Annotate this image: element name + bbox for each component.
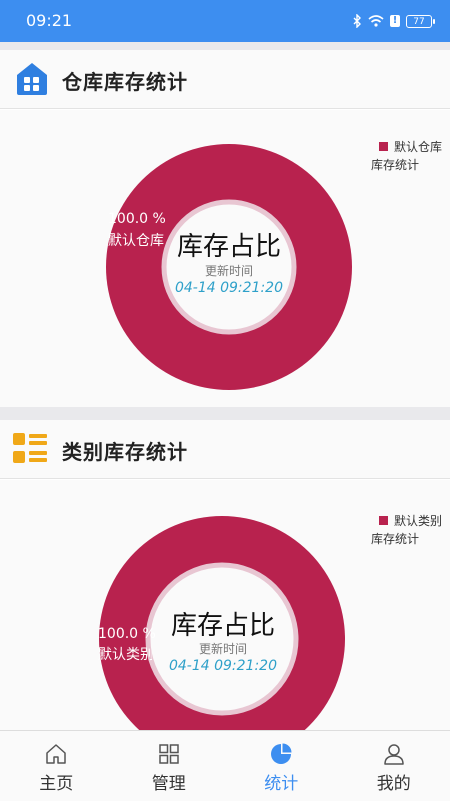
warehouse-icon [14, 60, 50, 96]
category-chart-area: 默认类别 库存统计 库存占比 更新时间 04-14 09:21:20 100.0… [0, 480, 450, 730]
center-title: 库存占比 [149, 226, 309, 263]
slice-name-label: 默认类别 [98, 647, 152, 663]
center-title: 库存占比 [143, 605, 303, 642]
legend-sub: 库存统计 [371, 530, 442, 548]
legend-swatch [379, 142, 388, 151]
category-card-title: 类别库存统计 [62, 436, 188, 465]
warehouse-card-header: 仓库库存统计 [0, 50, 450, 109]
legend-label: 默认类别 [394, 514, 442, 528]
category-legend: 默认类别 库存统计 [379, 512, 442, 548]
warehouse-chart-area: 默认仓库 库存统计 库存占比 更新时间 04-14 09:21:20 100.0… [0, 110, 450, 407]
warehouse-legend: 默认仓库 库存统计 [379, 138, 442, 174]
slice-percent-label: 100.0 % [108, 211, 166, 227]
bluetooth-icon [352, 14, 362, 28]
nav-item-mine[interactable]: 我的 [338, 731, 450, 801]
nav-item-manage[interactable]: 管理 [113, 731, 226, 801]
legend-item: 默认仓库 [379, 138, 442, 156]
legend-sub: 库存统计 [371, 156, 442, 174]
nav-label: 主页 [39, 769, 73, 794]
legend-label: 默认仓库 [394, 140, 442, 154]
grid-icon [158, 743, 180, 765]
warehouse-card-title: 仓库库存统计 [62, 66, 188, 95]
pie-chart-icon [270, 743, 292, 765]
nav-label: 管理 [152, 769, 186, 794]
slice-percent-label: 100.0 % [98, 626, 156, 642]
category-stock-card: 类别库存统计 默认类别 库存统计 库存占比 更新时间 04-14 09:21:2… [0, 420, 450, 730]
battery-icon: 77 [406, 15, 432, 28]
alert-icon: ! [390, 15, 400, 27]
bottom-nav: 主页 管理 统计 我的 [0, 730, 450, 801]
status-bar: 09:21 ! 77 [0, 0, 450, 42]
home-icon [45, 743, 67, 765]
status-icons: ! 77 [352, 14, 432, 28]
nav-item-statistics[interactable]: 统计 [225, 731, 338, 801]
legend-swatch [379, 516, 388, 525]
legend-item: 默认类别 [379, 512, 442, 530]
warehouse-stock-card: 仓库库存统计 默认仓库 库存统计 库存占比 更新时间 04-14 09:21:2… [0, 50, 450, 407]
category-card-header: 类别库存统计 [0, 420, 450, 479]
battery-level: 77 [413, 17, 424, 27]
wifi-icon [368, 15, 384, 27]
nav-label: 统计 [264, 769, 298, 794]
user-icon [383, 743, 405, 765]
updated-time: 04-14 09:21:20 [143, 658, 303, 674]
updated-time: 04-14 09:21:20 [149, 280, 309, 296]
status-time: 09:21 [26, 11, 72, 30]
slice-name-label: 默认仓库 [108, 233, 164, 249]
nav-item-home[interactable]: 主页 [0, 731, 113, 801]
nav-label: 我的 [377, 769, 411, 794]
category-list-icon [12, 431, 48, 467]
updated-label: 更新时间 [149, 262, 309, 279]
updated-label: 更新时间 [143, 640, 303, 657]
